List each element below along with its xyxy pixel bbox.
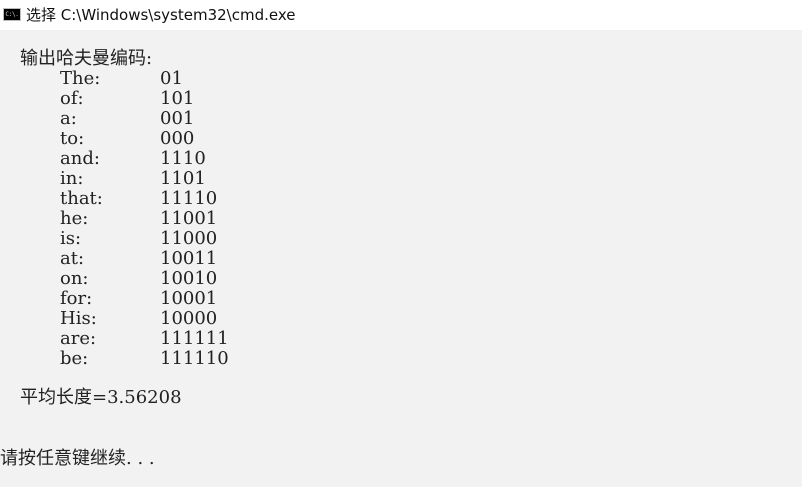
code-word: in: (60, 168, 84, 189)
code-word: he: (60, 208, 89, 229)
code-word: at: (60, 248, 85, 269)
code-bits: 11110 (160, 188, 218, 209)
code-bits: 01 (160, 68, 183, 89)
pause-prompt: 请按任意键继续. . . (0, 448, 155, 469)
code-word: The: (60, 68, 101, 89)
cmd-window: C:\. 选择 C:\Windows\system32\cmd.exe 输出哈夫… (0, 0, 802, 487)
code-bits: 10001 (160, 288, 218, 309)
code-word: of: (60, 88, 84, 109)
code-bits: 1101 (160, 168, 206, 189)
title-bar[interactable]: C:\. 选择 C:\Windows\system32\cmd.exe (0, 0, 802, 30)
code-bits: 001 (160, 108, 195, 129)
code-bits: 11000 (160, 228, 218, 249)
code-bits: 1110 (160, 148, 206, 169)
code-bits: 10011 (160, 248, 218, 269)
average-length-line: 平均长度=3.56208 (20, 387, 182, 408)
code-bits: 10010 (160, 268, 218, 289)
code-word: His: (60, 308, 97, 329)
code-word: and: (60, 148, 100, 169)
code-word: is: (60, 228, 82, 249)
code-bits: 101 (160, 88, 195, 109)
code-word: a: (60, 108, 77, 129)
code-bits: 000 (160, 128, 195, 149)
code-word: on: (60, 268, 89, 289)
code-word: are: (60, 328, 97, 349)
window-title: 选择 C:\Windows\system32\cmd.exe (26, 6, 296, 24)
code-word: that: (60, 188, 103, 209)
code-word: to: (60, 128, 85, 149)
code-bits: 10000 (160, 308, 218, 329)
huffman-heading: 输出哈夫曼编码: (20, 48, 153, 69)
code-bits: 111111 (160, 328, 229, 349)
code-bits: 111110 (160, 348, 229, 369)
code-bits: 11001 (160, 208, 218, 229)
code-word: be: (60, 348, 89, 369)
code-word: for: (60, 288, 93, 309)
console-output[interactable]: 输出哈夫曼编码: The: 01 of: 101 a: 001 to: 000 and: 1110… (0, 30, 802, 487)
cmd-app-icon[interactable]: C:\. (3, 8, 21, 21)
